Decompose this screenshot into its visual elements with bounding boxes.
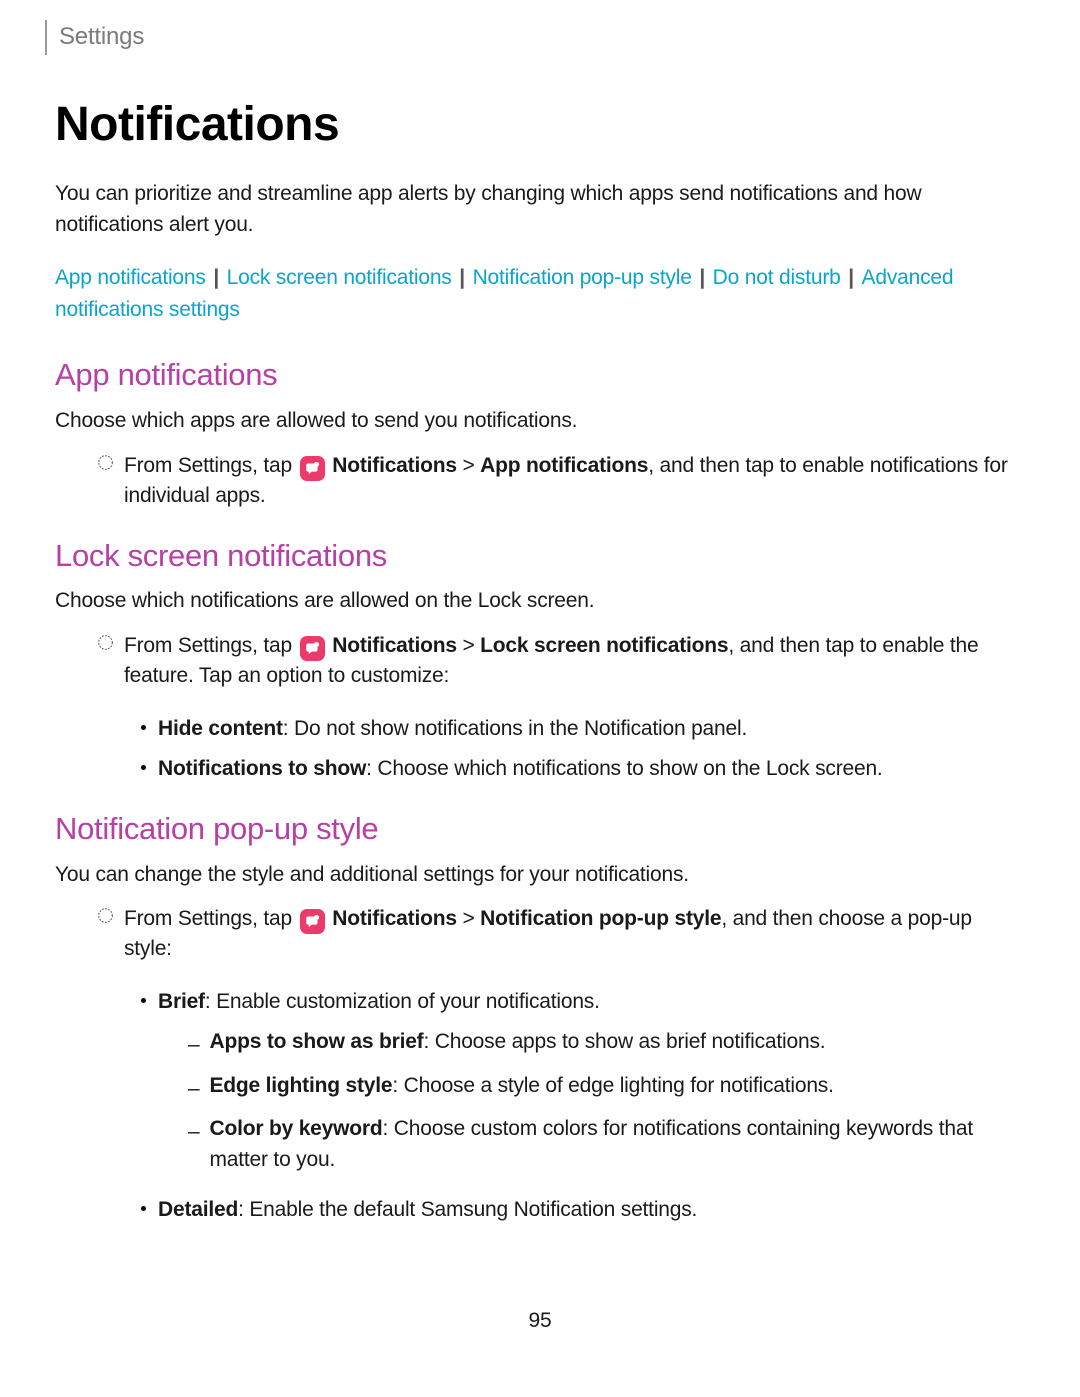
section-nav: App notifications | Lock screen notifica… (55, 262, 1025, 325)
dash-bullet-icon: – (188, 1117, 199, 1147)
desc-popup-style: You can change the style and additional … (55, 860, 1025, 890)
step-bold: Notifications (332, 634, 457, 657)
dot-bullet-icon (141, 1206, 146, 1211)
step-item: From Settings, tap Notifications > App n… (97, 451, 1025, 512)
circle-bullet-icon (97, 907, 114, 924)
step-bold: App notifications (480, 454, 648, 477)
desc-lock-screen: Choose which notifications are allowed o… (55, 586, 1025, 616)
nav-link-lock-screen[interactable]: Lock screen notifications (227, 266, 452, 289)
dot-bullet-icon (141, 998, 146, 1003)
nav-separator: | (694, 266, 711, 289)
step-gt: > (457, 634, 480, 657)
suboption-desc: : Choose apps to show as brief notificat… (423, 1030, 825, 1053)
step-gt: > (457, 907, 480, 930)
notifications-icon (300, 909, 325, 934)
option-desc: : Choose which notifications to show on … (366, 757, 882, 780)
dot-bullet-icon (141, 765, 146, 770)
circle-bullet-icon (97, 634, 114, 651)
suboption-desc: : Choose a style of edge lighting for no… (392, 1074, 833, 1097)
nav-separator: | (208, 266, 225, 289)
step-item: From Settings, tap Notifications > Lock … (97, 631, 1025, 692)
option-title: Detailed (158, 1198, 238, 1221)
step-bold: Lock screen notifications (480, 634, 728, 657)
suboption-title: Apps to show as brief (209, 1030, 423, 1053)
sublist-item: – Color by keyword: Choose custom colors… (188, 1114, 1025, 1175)
intro-text: You can prioritize and streamline app al… (55, 179, 1025, 240)
step-bold: Notification pop-up style (480, 907, 721, 930)
suboption-title: Color by keyword (209, 1117, 382, 1140)
desc-app-notifications: Choose which apps are allowed to send yo… (55, 406, 1025, 436)
list-item: Hide content: Do not show notifications … (141, 714, 1025, 744)
list-item: Brief: Enable customization of your noti… (141, 987, 1025, 1185)
option-desc: : Enable the default Samsung Notificatio… (238, 1198, 697, 1221)
heading-app-notifications: App notifications (55, 353, 1025, 398)
notifications-icon (300, 456, 325, 481)
nav-link-do-not-disturb[interactable]: Do not disturb (713, 266, 841, 289)
nav-separator: | (843, 266, 860, 289)
sublist-item: – Edge lighting style: Choose a style of… (188, 1071, 1025, 1104)
notifications-icon (300, 636, 325, 661)
page-title: Notifications (55, 90, 1025, 160)
step-text: From Settings, tap (124, 454, 298, 477)
circle-bullet-icon (97, 454, 114, 471)
list-item: Notifications to show: Choose which noti… (141, 754, 1025, 784)
step-bold: Notifications (332, 454, 457, 477)
nav-link-popup-style[interactable]: Notification pop-up style (473, 266, 692, 289)
list-item: Detailed: Enable the default Samsung Not… (141, 1195, 1025, 1225)
sublist-item: – Apps to show as brief: Choose apps to … (188, 1027, 1025, 1060)
suboption-title: Edge lighting style (209, 1074, 392, 1097)
dash-bullet-icon: – (188, 1030, 199, 1060)
step-gt: > (457, 454, 480, 477)
dash-bullet-icon: – (188, 1074, 199, 1104)
dot-bullet-icon (141, 725, 146, 730)
step-text: From Settings, tap (124, 634, 298, 657)
option-desc: : Enable customization of your notificat… (205, 990, 600, 1013)
option-title: Notifications to show (158, 757, 366, 780)
nav-separator: | (454, 266, 471, 289)
step-bold: Notifications (332, 907, 457, 930)
nav-link-app-notifications[interactable]: App notifications (55, 266, 206, 289)
breadcrumb: Settings (45, 20, 1025, 55)
option-title: Brief (158, 990, 205, 1013)
heading-popup-style: Notification pop-up style (55, 807, 1025, 852)
step-text: From Settings, tap (124, 907, 298, 930)
step-item: From Settings, tap Notifications > Notif… (97, 904, 1025, 965)
option-title: Hide content (158, 717, 283, 740)
heading-lock-screen: Lock screen notifications (55, 534, 1025, 579)
page-number: 95 (55, 1306, 1025, 1336)
option-desc: : Do not show notifications in the Notif… (283, 717, 747, 740)
